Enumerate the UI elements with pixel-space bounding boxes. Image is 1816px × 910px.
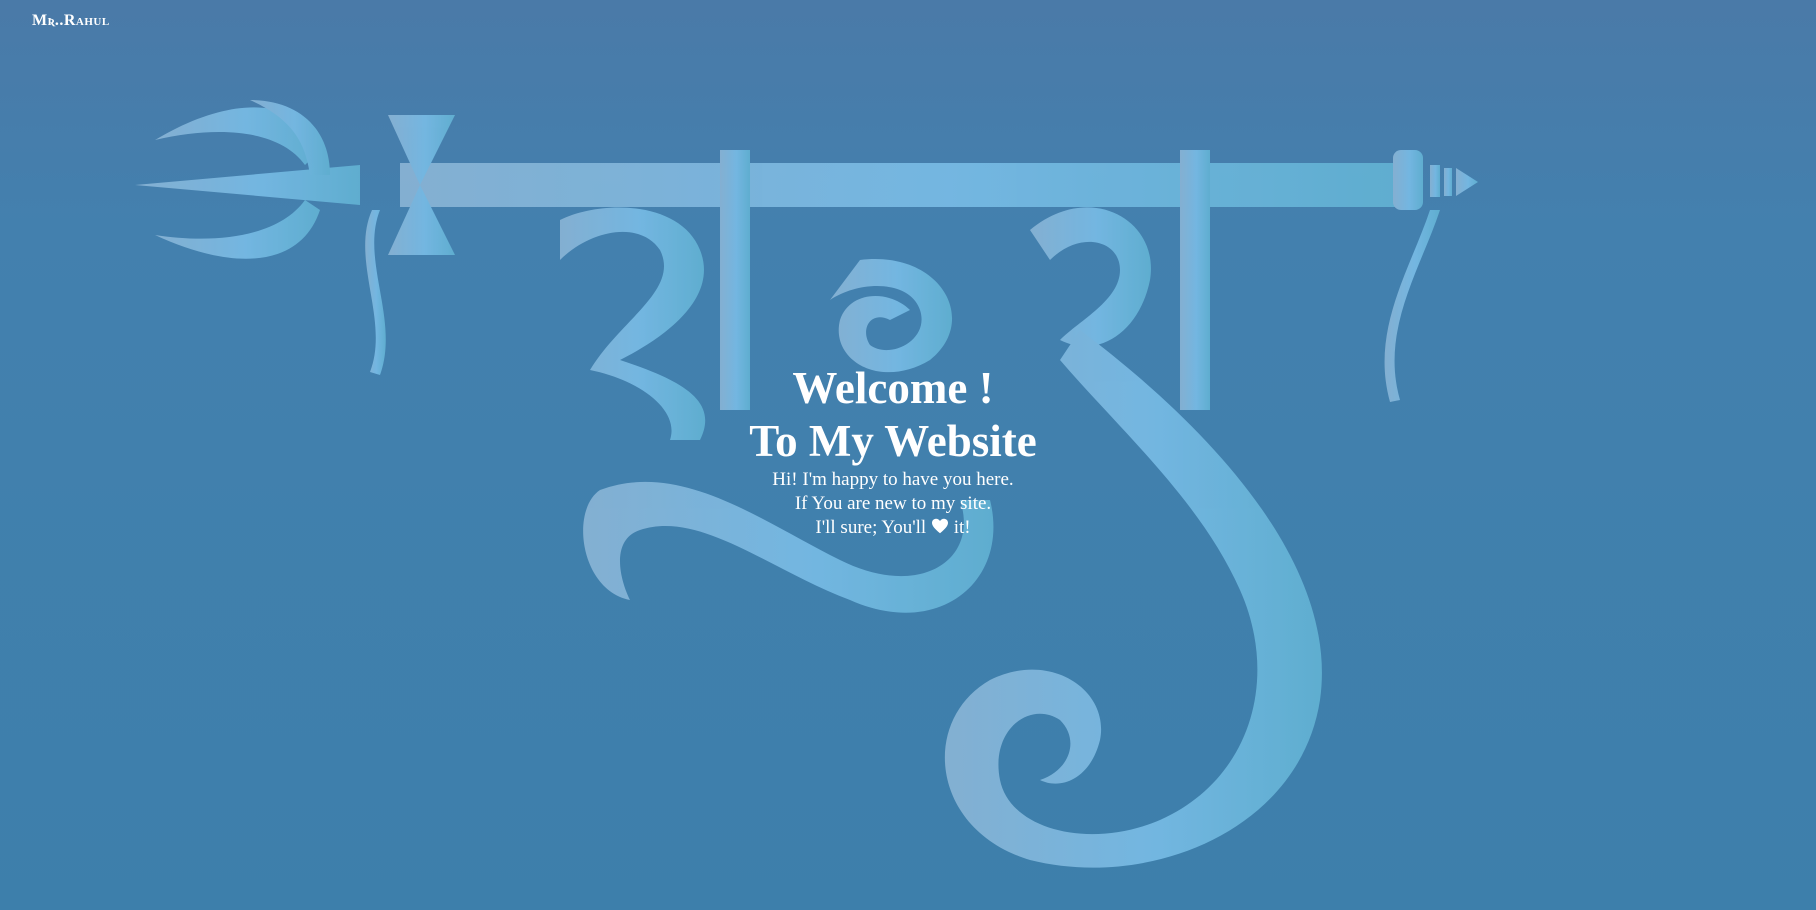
hero-title-line2: To My Website <box>749 416 1037 466</box>
hero-title: Welcome ! To My Website <box>0 362 1786 468</box>
hero-line-3-end: it! <box>953 517 971 538</box>
hero-line-3-start: I'll sure; You'll <box>815 517 927 538</box>
hero-line-2: If You are new to my site. <box>794 493 992 514</box>
hero-line-1: Hi! I'm happy to have you here. <box>772 469 1014 490</box>
site-brand-logo[interactable]: Mʀ..Rahul <box>32 12 110 30</box>
heart-icon <box>931 518 948 534</box>
trishul-shaft <box>400 163 1400 207</box>
hero-section: Welcome ! To My Website Hi! I'm happy to… <box>0 362 1786 540</box>
hero-line-3: I'll sure; You'll it! <box>0 516 1786 540</box>
hero-title-line1: Welcome ! <box>792 363 994 413</box>
